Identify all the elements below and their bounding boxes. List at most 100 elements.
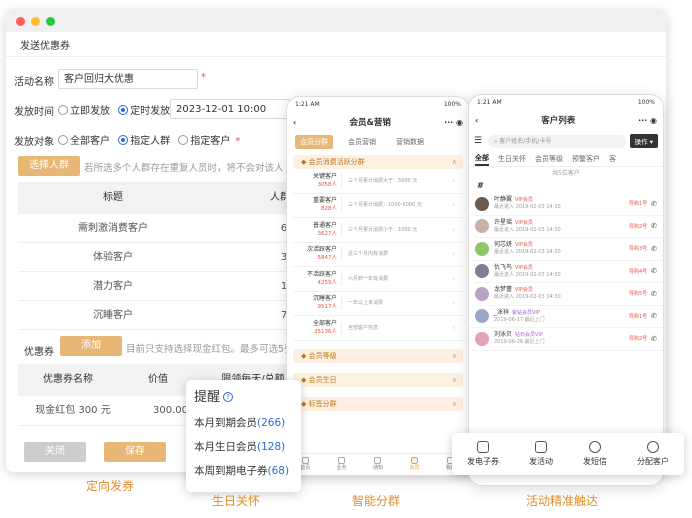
segment-row[interactable]: 普通客户 3627人 三个月累计消费小于：1000 元 › [293,218,463,243]
tab-notice[interactable]: 通知 [373,457,383,472]
add-coupon-button[interactable]: 添加 [60,336,122,356]
segment-row[interactable]: 重要客户 828人 三个月累计消费：1000-5000 元 › [293,194,463,218]
radio-all-customers[interactable]: 全部客户 [58,135,110,147]
table-row[interactable]: 沉睡客户782 [18,301,318,330]
menu-icon[interactable]: ☰ [474,136,484,146]
assign-customer-action[interactable]: 分配客户 [637,441,669,467]
send-activity-action[interactable]: 发活动 [529,441,553,467]
help-icon[interactable]: ? [223,392,234,402]
phone-icon[interactable]: ✆ [651,335,657,343]
vip-badge: VIP会员 [515,219,533,226]
phone-icon[interactable]: ✆ [651,222,657,230]
save-button[interactable]: 保存 [104,442,166,462]
tab-member-marketing[interactable]: 会员营销 [343,135,381,149]
activity-name-input[interactable]: 客户回归大优惠 [58,69,198,89]
section-member-birthday[interactable]: ◆ 会员生日 ∨ [293,372,463,387]
back-icon[interactable]: ‹ [475,116,478,125]
tab-home[interactable]: 首页 [300,457,310,472]
reminder-line[interactable]: 本月生日会员(128) [194,435,293,459]
header-name: 优惠券名称 [43,374,93,385]
section-tag-group[interactable]: ◆ 标签分群 ∨ [293,396,463,411]
section-header[interactable]: ◆ 会员消费活跃分群 ∧ [293,155,463,169]
list-item[interactable]: 仇飞鸟 VIP会员 最近进入 2019-02-03 14:30 导购4号 ✆ [469,261,663,283]
more-icon[interactable]: ··· ◉ [638,116,657,125]
page-title: 客户列表 [541,116,576,126]
section-title: 会员等级 [308,351,337,360]
tab-level[interactable]: 会员等级 [535,154,563,164]
segment-desc: 三个月累计消费小于：1000 元 [341,222,452,237]
list-item[interactable]: 叶静翼 VIP会员 最近进入 2019-02-03 14:30 导购1号 ✆ [469,193,663,216]
radio-circle-icon [58,105,68,115]
nav-bar: ‹ 会员&营销 ··· ◉ [287,111,469,133]
tab-marketing-data[interactable]: 营销数据 [391,135,429,149]
phone-icon[interactable]: ✆ [651,290,657,298]
customer-tabs: 全部 生日关怀 会员等级 预警客户 客 [469,151,663,167]
radio-scheduled[interactable]: 定时发放 [118,105,170,117]
back-icon[interactable]: ‹ [293,118,296,127]
reminder-title: 提醒 [194,390,221,405]
phone-icon[interactable]: ✆ [651,200,657,208]
list-item[interactable]: 何芯妍 VIP会员 最近进入 2019-02-03 14:30 导购3号 ✆ [469,238,663,261]
tab-warning[interactable]: 预警客户 [572,154,600,164]
segment-row[interactable]: 不活跃客户 4259人 六月到一年有消费 › [293,267,463,292]
maximize-dot-icon[interactable] [46,16,55,26]
list-item[interactable]: 刘泳贝 钻石会员VIP 2019-06-26 最近上门 导购2号 ✆ [469,328,663,351]
send-time-input[interactable]: 2023-12-01 10:00 [170,99,290,119]
tab-member-group[interactable]: 会员分群 [295,135,333,149]
send-sms-action[interactable]: 发短信 [583,441,607,467]
tab-all[interactable]: 全部 [475,152,489,166]
segment-row[interactable]: 关键客户 3058人 三个月累计消费大于：5000 元 › [293,169,463,194]
table-header: 标题 人群数 [18,182,318,214]
list-item[interactable]: 许星瑶 VIP会员 最近进入 2019-02-03 14:30 导购2号 ✆ [469,216,663,238]
more-icon[interactable]: ··· ◉ [444,118,463,127]
table-row[interactable]: 体验客户365 [18,243,318,272]
customer-date: 最近进入 2019-02-03 14:30 [494,204,561,211]
status-bar: 1:21 AM 100% [469,95,663,109]
table-row[interactable]: 潜力客户126 [18,272,318,301]
chevron-right-icon: › [452,323,455,332]
search-input[interactable]: ⌕ 客户姓名/手机/卡号 [488,134,626,148]
select-group-button[interactable]: 选择人群 [18,156,80,176]
divider [6,56,666,57]
required-mark: * [235,136,241,147]
tab-member[interactable]: 会员 [409,457,419,472]
list-item[interactable]: 龙梦蕾 VIP会员 最近进入 2019-02-03 14:30 导购5号 ✆ [469,283,663,306]
vip-badge: VIP会员 [515,287,533,294]
send-coupon-action[interactable]: 发电子券 [467,441,499,467]
radio-target-group[interactable]: 指定人群 [118,135,170,147]
coupon-label: 优惠券 [24,347,54,358]
section-member-level[interactable]: ◆ 会员等级 ∨ [293,348,463,363]
reminder-line[interactable]: 本周到期电子券(68) [194,459,293,483]
reminder-line[interactable]: 本月到期会员(266) [194,411,293,435]
bell-icon [374,457,382,464]
reminder-count: (128) [257,441,286,453]
bottom-tabbar: 首页 业务 通知 会员 我的 [287,453,469,475]
tab-birthday[interactable]: 生日关怀 [498,154,526,164]
segment-desc: 三个月累计消费：1000-5000 元 [341,198,452,213]
chevron-down-icon: ∨ [451,375,457,384]
list-item[interactable]: _泳祥 紫钻会员VIP 2019-06-17 最近上门 导购1号 ✆ [469,306,663,328]
radio-target-customer[interactable]: 指定客户 [178,135,230,147]
customer-date: 最近进入 2019-02-03 14:30 [494,294,561,301]
window-title: 发送优惠券 [20,41,70,52]
reminder-card: 提醒? 本月到期会员(266) 本月生日会员(128) 本周到期电子券(68) [186,380,301,492]
operate-button[interactable]: 操作 ▾ [629,134,658,148]
table-row[interactable]: 需刺激消费客户688 [18,214,318,243]
tab-label: 业务 [336,465,347,471]
segment-row[interactable]: 沉睡客户 9517人 一年以上未消费 › [293,292,463,316]
phone-icon[interactable]: ✆ [651,267,657,275]
avatar [475,241,489,256]
phone-icon[interactable]: ✆ [651,245,657,253]
minimize-dot-icon[interactable] [31,16,40,26]
phone-icon[interactable]: ✆ [651,312,657,320]
radio-immediate[interactable]: 立即发放 [58,105,110,117]
section-title: 会员消费活跃分群 [308,158,365,166]
tab-business[interactable]: 业务 [337,457,347,472]
close-dot-icon[interactable] [16,16,25,26]
chevron-right-icon: › [452,299,455,308]
segment-name: 不活跃客户 [306,270,337,278]
segment-row[interactable]: 全部客户 25136人 全部客户信息 › [293,316,463,341]
segment-row[interactable]: 次活跃客户 5847人 近三个月内有消费 › [293,243,463,267]
close-button[interactable]: 关闭 [24,442,86,462]
tab-more[interactable]: 客 [609,154,616,164]
